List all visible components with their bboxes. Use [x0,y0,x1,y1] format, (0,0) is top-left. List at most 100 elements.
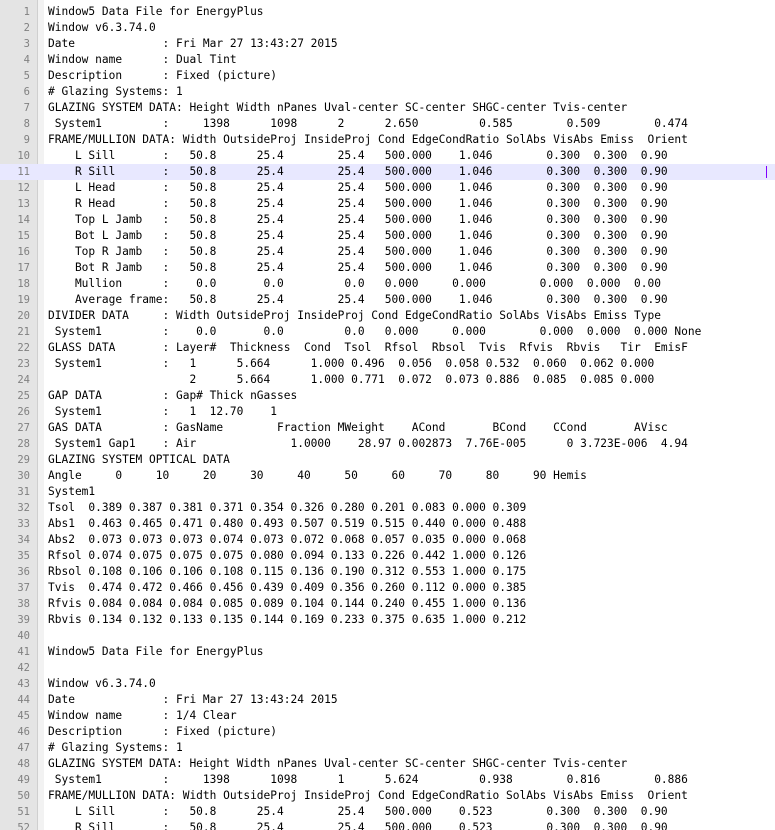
line-text[interactable]: Window5 Data File for EnergyPlus [48,4,264,20]
line-text[interactable]: Description : Fixed (picture) [48,724,277,740]
editor-line[interactable]: 30 Angle 0 10 20 30 40 50 60 70 80 90 Hem… [0,468,775,484]
editor-line[interactable]: 35 Rfsol 0.074 0.075 0.075 0.075 0.080 0.… [0,548,775,564]
line-text[interactable]: # Glazing Systems: 1 [48,740,183,756]
line-text[interactable]: Bot R Jamb : 50.8 25.4 25.4 500.000 1.04… [48,260,668,276]
line-text[interactable]: Mullion : 0.0 0.0 0.0 0.000 0.000 0.000 … [48,276,661,292]
editor-line[interactable]: 19 Average frame: 50.8 25.4 25.4 500.000… [0,292,775,308]
editor-line[interactable]: 14 Top L Jamb : 50.8 25.4 25.4 500.000 1… [0,212,775,228]
line-text[interactable]: Top L Jamb : 50.8 25.4 25.4 500.000 1.04… [48,212,668,228]
editor-line[interactable]: 38 Rfvis 0.084 0.084 0.084 0.085 0.089 0.… [0,596,775,612]
editor-text-area[interactable]: 1 Window5 Data File for EnergyPlus 2 Window… [0,4,775,830]
line-text[interactable]: System1 [48,484,95,500]
line-text[interactable]: # Glazing Systems: 1 [48,84,183,100]
editor-line[interactable]: 42 [0,660,775,676]
editor-line[interactable]: 26 System1 : 1 12.70 1 [0,404,775,420]
editor-line[interactable]: 48 GLAZING SYSTEM DATA: Height Width nPan… [0,756,775,772]
editor-line[interactable]: 9 FRAME/MULLION DATA: Width OutsideProj I… [0,132,775,148]
editor-line[interactable]: 12 L Head : 50.8 25.4 25.4 500.000 1.046… [0,180,775,196]
line-text[interactable]: System1 : 1 12.70 1 [48,404,277,420]
editor-line[interactable]: 49 System1 : 1398 1098 1 5.624 0.938 0.8… [0,772,775,788]
line-text[interactable]: Rbsol 0.108 0.106 0.106 0.108 0.115 0.13… [48,564,526,580]
current-editor-line[interactable]: 11 R Sill : 50.8 25.4 25.4 500.000 1.046… [0,164,775,180]
line-text[interactable]: R Sill : 50.8 25.4 25.4 500.000 0.523 0.… [48,820,668,830]
line-text[interactable]: GAS DATA : GasName Fraction MWeight ACon… [48,420,668,436]
editor-line[interactable]: 44 Date : Fri Mar 27 13:43:24 2015 [0,692,775,708]
line-text[interactable]: Description : Fixed (picture) [48,68,277,84]
editor-line[interactable]: 37 Tvis 0.474 0.472 0.466 0.456 0.439 0.4… [0,580,775,596]
editor-line[interactable]: 10 L Sill : 50.8 25.4 25.4 500.000 1.046… [0,148,775,164]
editor-line[interactable]: 52 R Sill : 50.8 25.4 25.4 500.000 0.523… [0,820,775,830]
line-text[interactable]: GAP DATA : Gap# Thick nGasses [48,388,297,404]
line-text[interactable]: GLASS DATA : Layer# Thickness Cond Tsol … [48,340,688,356]
editor-line[interactable]: 15 Bot L Jamb : 50.8 25.4 25.4 500.000 1… [0,228,775,244]
editor-line[interactable]: 45 Window name : 1/4 Clear [0,708,775,724]
editor-line[interactable]: 51 L Sill : 50.8 25.4 25.4 500.000 0.523… [0,804,775,820]
line-text[interactable]: DIVIDER DATA : Width OutsideProj InsideP… [48,308,661,324]
text-editor[interactable]: 1 Window5 Data File for EnergyPlus 2 Window… [0,0,775,830]
line-text[interactable]: Abs1 0.463 0.465 0.471 0.480 0.493 0.507… [48,516,526,532]
line-text[interactable]: Angle 0 10 20 30 40 50 60 70 80 90 Hemis [48,468,587,484]
line-text[interactable]: Average frame: 50.8 25.4 25.4 500.000 1.… [48,292,668,308]
line-text[interactable]: Tsol 0.389 0.387 0.381 0.371 0.354 0.326… [48,500,526,516]
line-text[interactable]: System1 : 1398 1098 1 5.624 0.938 0.816 … [48,772,688,788]
editor-line[interactable]: 29 GLAZING SYSTEM OPTICAL DATA [0,452,775,468]
line-text[interactable]: R Sill : 50.8 25.4 25.4 500.000 1.046 0.… [48,164,668,180]
editor-line[interactable]: 13 R Head : 50.8 25.4 25.4 500.000 1.046… [0,196,775,212]
line-text[interactable]: Date : Fri Mar 27 13:43:24 2015 [48,692,338,708]
line-text[interactable]: Tvis 0.474 0.472 0.466 0.456 0.439 0.409… [48,580,526,596]
editor-line[interactable]: 20 DIVIDER DATA : Width OutsideProj Insid… [0,308,775,324]
line-text[interactable]: Rbvis 0.134 0.132 0.133 0.135 0.144 0.16… [48,612,526,628]
editor-line[interactable]: 5 Description : Fixed (picture) [0,68,775,84]
editor-line[interactable]: 31 System1 [0,484,775,500]
editor-line[interactable]: 27 GAS DATA : GasName Fraction MWeight AC… [0,420,775,436]
line-text[interactable]: GLAZING SYSTEM OPTICAL DATA [48,452,230,468]
editor-line[interactable]: 1 Window5 Data File for EnergyPlus [0,4,775,20]
editor-line[interactable]: 36 Rbsol 0.108 0.106 0.106 0.108 0.115 0.… [0,564,775,580]
line-text[interactable]: Rfvis 0.084 0.084 0.084 0.085 0.089 0.10… [48,596,526,612]
editor-line[interactable]: 39 Rbvis 0.134 0.132 0.133 0.135 0.144 0.… [0,612,775,628]
editor-line[interactable]: 43 Window v6.3.74.0 [0,676,775,692]
line-text[interactable]: Window v6.3.74.0 [48,676,156,692]
line-text[interactable]: Window name : Dual Tint [48,52,237,68]
line-text[interactable]: Window5 Data File for EnergyPlus [48,644,264,660]
line-text[interactable]: L Head : 50.8 25.4 25.4 500.000 1.046 0.… [48,180,668,196]
line-text[interactable]: Top R Jamb : 50.8 25.4 25.4 500.000 1.04… [48,244,668,260]
editor-line[interactable]: 46 Description : Fixed (picture) [0,724,775,740]
line-text[interactable]: System1 Gap1 : Air 1.0000 28.97 0.002873… [48,436,688,452]
line-text[interactable]: Bot L Jamb : 50.8 25.4 25.4 500.000 1.04… [48,228,668,244]
line-text[interactable]: System1 : 1 5.664 1.000 0.496 0.056 0.05… [48,356,654,372]
editor-line[interactable]: 2 Window v6.3.74.0 [0,20,775,36]
line-text[interactable]: Window name : 1/4 Clear [48,708,237,724]
editor-line[interactable]: 21 System1 : 0.0 0.0 0.0 0.000 0.000 0.0… [0,324,775,340]
line-text[interactable]: System1 : 0.0 0.0 0.0 0.000 0.000 0.000 … [48,324,702,340]
editor-line[interactable]: 3 Date : Fri Mar 27 13:43:27 2015 [0,36,775,52]
line-text[interactable]: L Sill : 50.8 25.4 25.4 500.000 0.523 0.… [48,804,668,820]
editor-line[interactable]: 28 System1 Gap1 : Air 1.0000 28.97 0.002… [0,436,775,452]
editor-line[interactable]: 41 Window5 Data File for EnergyPlus [0,644,775,660]
editor-line[interactable]: 47 # Glazing Systems: 1 [0,740,775,756]
line-text[interactable]: GLAZING SYSTEM DATA: Height Width nPanes… [48,756,627,772]
editor-line[interactable]: 50 FRAME/MULLION DATA: Width OutsideProj … [0,788,775,804]
line-text[interactable]: FRAME/MULLION DATA: Width OutsideProj In… [48,788,688,804]
line-text[interactable]: R Head : 50.8 25.4 25.4 500.000 1.046 0.… [48,196,668,212]
line-text[interactable]: Rfsol 0.074 0.075 0.075 0.075 0.080 0.09… [48,548,526,564]
line-text[interactable]: L Sill : 50.8 25.4 25.4 500.000 1.046 0.… [48,148,668,164]
line-text[interactable]: FRAME/MULLION DATA: Width OutsideProj In… [48,132,688,148]
editor-line[interactable]: 17 Bot R Jamb : 50.8 25.4 25.4 500.000 1… [0,260,775,276]
editor-line[interactable]: 4 Window name : Dual Tint [0,52,775,68]
editor-line[interactable]: 32 Tsol 0.389 0.387 0.381 0.371 0.354 0.3… [0,500,775,516]
editor-line[interactable]: 8 System1 : 1398 1098 2 2.650 0.585 0.50… [0,116,775,132]
editor-line[interactable]: 34 Abs2 0.073 0.073 0.073 0.074 0.073 0.0… [0,532,775,548]
line-text[interactable]: 2 5.664 1.000 0.771 0.072 0.073 0.886 0.… [48,372,654,388]
editor-line[interactable]: 22 GLASS DATA : Layer# Thickness Cond Tso… [0,340,775,356]
editor-line[interactable]: 18 Mullion : 0.0 0.0 0.0 0.000 0.000 0.0… [0,276,775,292]
editor-line[interactable]: 24 2 5.664 1.000 0.771 0.072 0.073 0.886… [0,372,775,388]
line-text[interactable]: Date : Fri Mar 27 13:43:27 2015 [48,36,338,52]
line-text[interactable]: Window v6.3.74.0 [48,20,156,36]
editor-line[interactable]: 23 System1 : 1 5.664 1.000 0.496 0.056 0… [0,356,775,372]
editor-line[interactable]: 6 # Glazing Systems: 1 [0,84,775,100]
editor-line[interactable]: 33 Abs1 0.463 0.465 0.471 0.480 0.493 0.5… [0,516,775,532]
line-text[interactable]: GLAZING SYSTEM DATA: Height Width nPanes… [48,100,627,116]
editor-line[interactable]: 25 GAP DATA : Gap# Thick nGasses [0,388,775,404]
line-text[interactable]: System1 : 1398 1098 2 2.650 0.585 0.509 … [48,116,688,132]
